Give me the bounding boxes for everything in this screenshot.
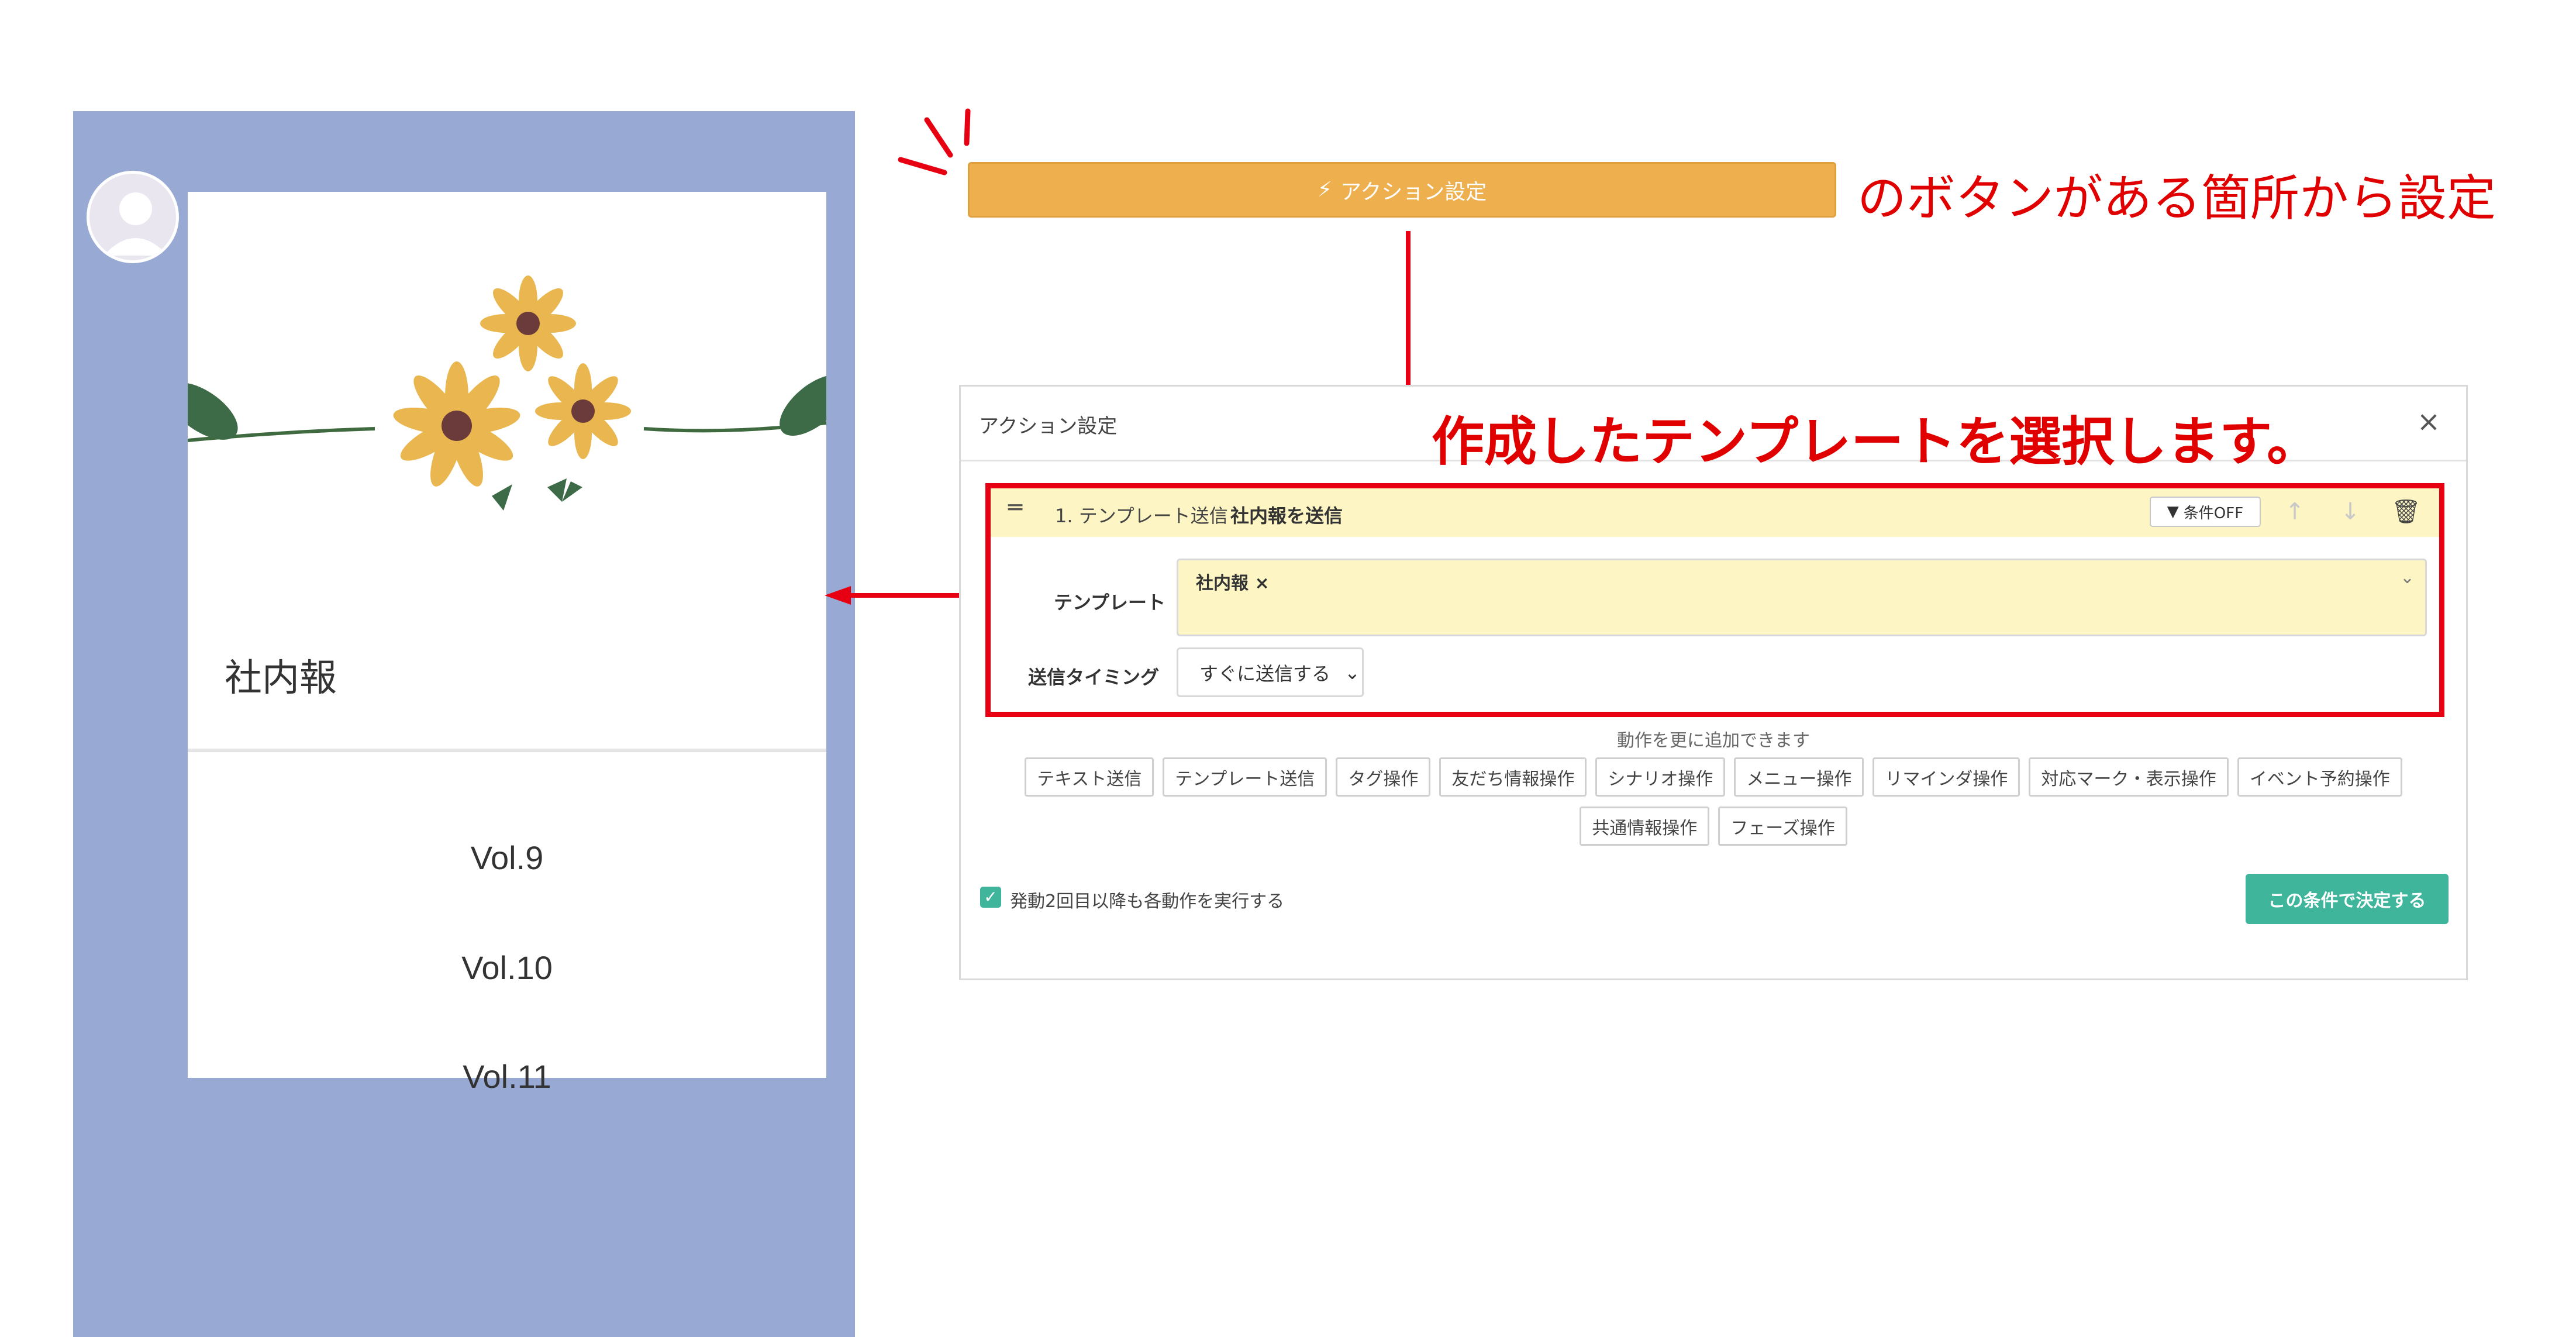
chevron-down-icon: ⌄ bbox=[2399, 567, 2415, 588]
highlight-spark-icon bbox=[898, 108, 971, 175]
card-divider bbox=[188, 749, 826, 752]
button-location-note: のボタンがある箇所から設定 bbox=[1857, 170, 2496, 227]
condition-toggle-button[interactable]: ▼ 条件OFF bbox=[2150, 497, 2261, 527]
select-template-note: 作成したテンプレートを選択します。 bbox=[1432, 411, 2320, 473]
condition-toggle-label: 条件OFF bbox=[2183, 504, 2244, 522]
close-icon[interactable]: × bbox=[2411, 404, 2446, 439]
action-type-tag[interactable]: タグ操作 bbox=[1336, 757, 1431, 797]
action-settings-dialog: アクション設定 作成したテンプレートを選択します。 × ═ 1. テンプレート送… bbox=[959, 385, 2468, 980]
timing-value: すぐに送信する bbox=[1199, 662, 1331, 685]
remove-tag-icon[interactable]: × bbox=[1249, 573, 1269, 594]
timing-select[interactable]: すぐに送信する ⌄ bbox=[1177, 647, 1364, 697]
step-label: 1. テンプレート送信 bbox=[1055, 505, 1228, 527]
action-type-phase[interactable]: フェーズ操作 bbox=[1718, 807, 1847, 846]
step-name: 社内報を送信 bbox=[1230, 505, 1343, 527]
action-type-menu[interactable]: メニュー操作 bbox=[1734, 757, 1864, 797]
action-type-row-1: テキスト送信 テンプレート送信 タグ操作 友だち情報操作 シナリオ操作 メニュー… bbox=[961, 757, 2466, 797]
action-type-common-info[interactable]: 共通情報操作 bbox=[1580, 807, 1710, 846]
rich-message-card: 社内報 Vol.9 Vol.10 Vol.11 bbox=[188, 192, 826, 1095]
chevron-down-icon: ⌄ bbox=[1344, 661, 1360, 684]
move-up-icon[interactable]: ↑ bbox=[2280, 497, 2309, 527]
filter-icon: ▼ bbox=[2167, 503, 2179, 521]
repeat-checkbox-label: 発動2回目以降も各動作を実行する bbox=[1010, 891, 1285, 912]
template-tag-label: 社内報 bbox=[1196, 573, 1249, 594]
dialog-header: アクション設定 作成したテンプレートを選択します。 × bbox=[961, 387, 2466, 473]
action-type-event[interactable]: イベント予約操作 bbox=[2237, 757, 2402, 797]
action-type-template[interactable]: テンプレート送信 bbox=[1163, 757, 1327, 797]
template-label: テンプレート bbox=[1054, 591, 1166, 614]
action-item-highlighted: ═ 1. テンプレート送信 社内報を送信 ▼ 条件OFF ↑ ↓ 🗑 テンプレー… bbox=[985, 483, 2444, 717]
action-settings-label: アクション設定 bbox=[1340, 180, 1487, 204]
action-type-row-2: 共通情報操作 フェーズ操作 bbox=[961, 807, 2466, 846]
card-item-vol10[interactable]: Vol.10 bbox=[188, 949, 826, 987]
card-item-vol9[interactable]: Vol.9 bbox=[188, 839, 826, 877]
drag-handle-icon[interactable]: ═ bbox=[1008, 494, 1022, 521]
action-type-friend-info[interactable]: 友だち情報操作 bbox=[1439, 757, 1587, 797]
move-down-icon[interactable]: ↓ bbox=[2336, 497, 2365, 527]
action-type-text[interactable]: テキスト送信 bbox=[1025, 757, 1154, 797]
card-title: 社内報 bbox=[225, 657, 337, 700]
timing-label: 送信タイミング bbox=[1028, 666, 1160, 688]
trash-icon[interactable]: 🗑 bbox=[2391, 497, 2421, 527]
chat-preview-panel: 社内報 Vol.9 Vol.10 Vol.11 bbox=[73, 111, 855, 1337]
card-item-vol11[interactable]: Vol.11 bbox=[188, 1057, 826, 1095]
action-item-header: ═ 1. テンプレート送信 社内報を送信 ▼ 条件OFF ↑ ↓ 🗑 bbox=[991, 488, 2439, 537]
add-action-note: 動作を更に追加できます bbox=[1617, 730, 1810, 751]
sunflower-illustration bbox=[188, 192, 826, 566]
action-settings-button[interactable]: ⚡ アクション設定 bbox=[968, 162, 1836, 218]
submit-button[interactable]: この条件で決定する bbox=[2246, 874, 2449, 924]
avatar bbox=[87, 171, 179, 263]
lightning-icon: ⚡ bbox=[1317, 178, 1333, 202]
dialog-title: アクション設定 bbox=[979, 415, 1118, 438]
template-tag[interactable]: 社内報 × bbox=[1196, 568, 1270, 594]
action-type-mark-display[interactable]: 対応マーク・表示操作 bbox=[2029, 757, 2229, 797]
template-select[interactable]: 社内報 × ⌄ bbox=[1177, 559, 2427, 636]
action-type-reminder[interactable]: リマインダ操作 bbox=[1872, 757, 2020, 797]
repeat-checkbox[interactable]: ✓ bbox=[980, 887, 1001, 908]
action-type-scenario[interactable]: シナリオ操作 bbox=[1595, 757, 1726, 797]
